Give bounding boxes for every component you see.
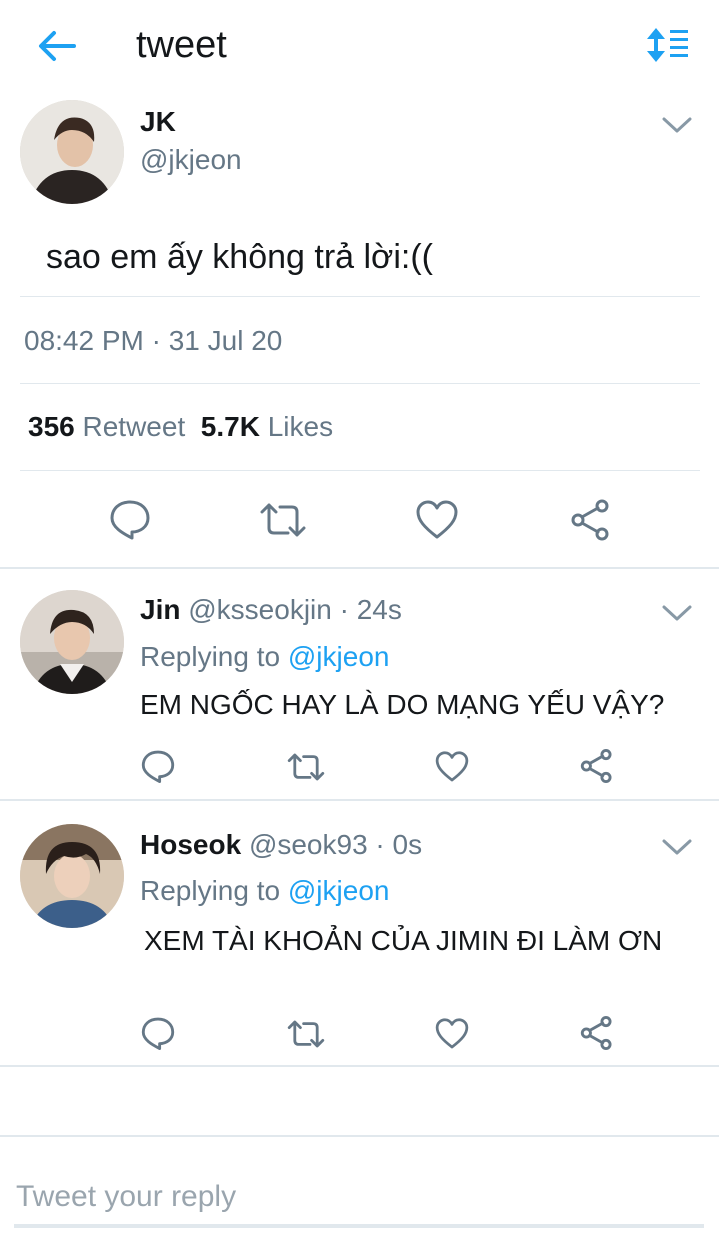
reply-author[interactable]: Jin @ksseokjin · 24s xyxy=(140,594,402,626)
chevron-down-icon[interactable] xyxy=(660,834,694,860)
share-icon[interactable] xyxy=(578,1015,616,1051)
sort-icon[interactable] xyxy=(646,26,690,64)
divider xyxy=(20,383,700,384)
like-label[interactable]: Likes xyxy=(268,411,333,442)
reply-handle-time[interactable]: @ksseokjin · 24s xyxy=(188,594,402,625)
reply-author[interactable]: Hoseok @seok93 · 0s xyxy=(140,829,422,861)
tweet-stats: 356 Retweet 5.7K Likes xyxy=(28,411,333,443)
share-icon[interactable] xyxy=(568,498,614,542)
reply-icon[interactable] xyxy=(140,1015,176,1051)
reply-icon[interactable] xyxy=(108,498,152,540)
tweet-timestamp: 08:42 PM · 31 Jul 20 xyxy=(24,325,283,356)
retweet-icon[interactable] xyxy=(286,1017,326,1051)
reply-text: EM NGỐC HAY LÀ DO MẠNG YẾU VẬY? xyxy=(140,689,665,720)
avatar[interactable] xyxy=(20,824,124,928)
like-count[interactable]: 5.7K xyxy=(201,411,260,442)
heart-icon[interactable] xyxy=(414,498,460,540)
replying-to-label: Replying to xyxy=(140,875,281,906)
retweet-label[interactable]: Retweet xyxy=(83,411,186,442)
divider xyxy=(20,296,700,297)
replying-to-link[interactable]: @jkjeon xyxy=(288,641,390,672)
heart-icon[interactable] xyxy=(434,1016,470,1050)
heart-icon[interactable] xyxy=(434,749,470,783)
back-arrow-icon[interactable] xyxy=(36,28,78,64)
author-name[interactable]: JK xyxy=(140,106,176,138)
replying-to-label: Replying to xyxy=(140,641,281,672)
chevron-down-icon[interactable] xyxy=(660,112,694,138)
author-handle[interactable]: @jkjeon xyxy=(140,144,242,176)
section-divider xyxy=(0,799,719,801)
section-divider xyxy=(0,1065,719,1067)
retweet-count[interactable]: 356 xyxy=(28,411,75,442)
reply-input-underline xyxy=(14,1224,704,1228)
composer-divider xyxy=(0,1135,719,1137)
retweet-icon[interactable] xyxy=(286,750,326,784)
replying-to-link[interactable]: @jkjeon xyxy=(288,875,390,906)
reply-icon[interactable] xyxy=(140,748,176,784)
tweet-text: sao em ấy không trả lời:(( xyxy=(46,238,433,276)
reply-author-name[interactable]: Hoseok xyxy=(140,829,241,860)
section-divider xyxy=(0,567,719,569)
replying-to: Replying to @jkjeon xyxy=(140,641,389,673)
retweet-icon[interactable] xyxy=(258,500,308,540)
page-title: tweet xyxy=(136,24,227,66)
avatar[interactable] xyxy=(20,590,124,694)
reply-author-name[interactable]: Jin xyxy=(140,594,180,625)
share-icon[interactable] xyxy=(578,748,616,784)
reply-text: XEM TÀI KHOẢN CỦA JIMIN ĐI LÀM ƠN xyxy=(144,925,663,956)
replying-to: Replying to @jkjeon xyxy=(140,875,389,907)
divider xyxy=(20,470,700,471)
chevron-down-icon[interactable] xyxy=(660,600,694,626)
reply-input[interactable]: Tweet your reply xyxy=(16,1180,236,1214)
reply-handle-time[interactable]: @seok93 · 0s xyxy=(249,829,422,860)
avatar[interactable] xyxy=(20,100,124,204)
